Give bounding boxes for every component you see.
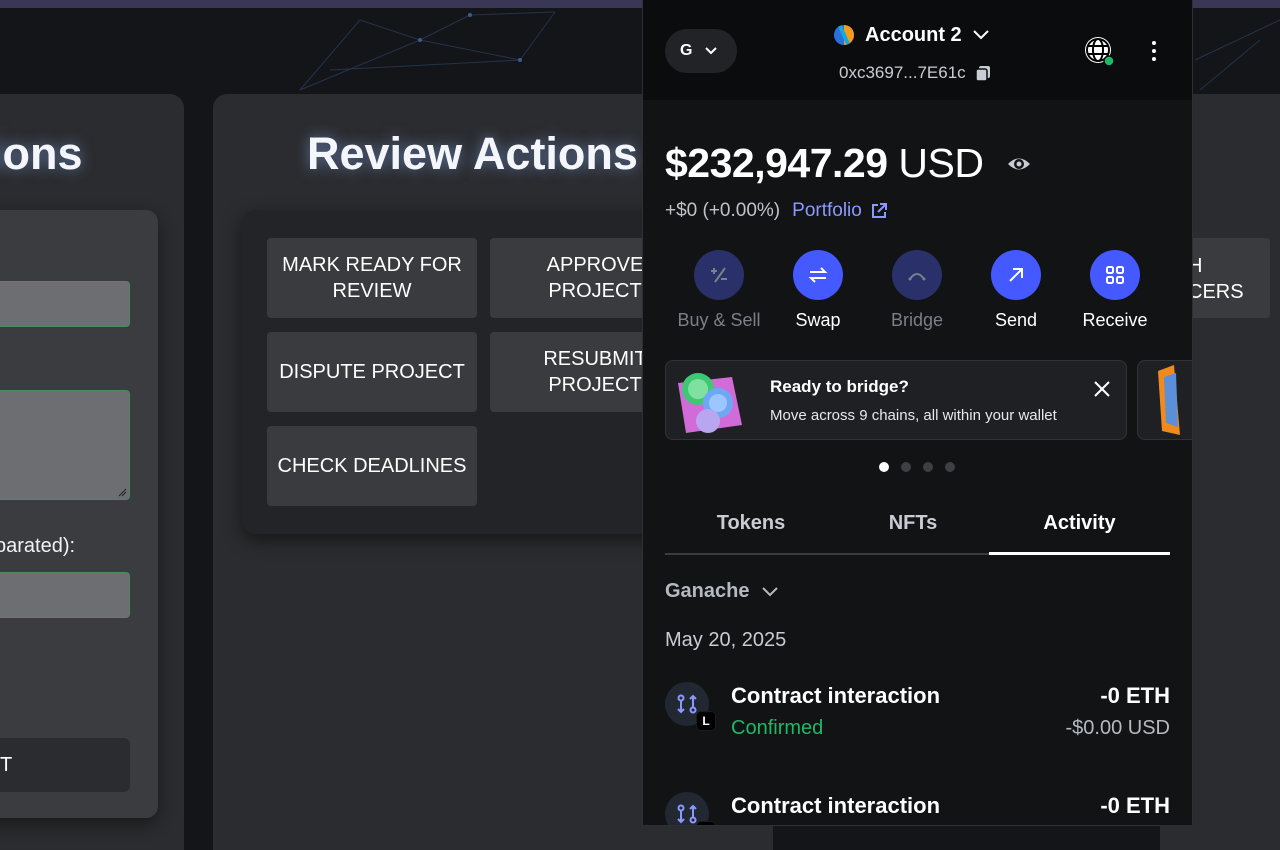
network-filter-label: Ganache	[665, 580, 750, 602]
portfolio-link[interactable]: Portfolio	[792, 200, 888, 222]
left-panel-title: ions	[0, 128, 83, 179]
network-letter: G	[680, 42, 693, 59]
network-filter[interactable]: Ganache	[665, 580, 779, 603]
bridge-label: Bridge	[890, 310, 944, 330]
buy-sell-icon	[694, 250, 744, 300]
swap-button[interactable]: Swap	[768, 250, 868, 331]
tab-nfts[interactable]: NFTs	[837, 505, 989, 553]
account-avatar-icon	[834, 25, 854, 45]
text-input-2[interactable]	[0, 572, 130, 618]
swap-icon	[793, 250, 843, 300]
balance-change-row: +$0 (+0.00%) Portfolio	[665, 200, 888, 222]
text-input-1[interactable]	[0, 281, 130, 327]
bridge-icon	[892, 250, 942, 300]
external-link-icon	[871, 203, 887, 218]
eye-icon[interactable]	[1007, 152, 1031, 176]
copy-icon[interactable]	[974, 64, 992, 82]
address-text: 0xc3697...7E61c	[839, 63, 966, 82]
resize-grip-icon[interactable]	[117, 487, 127, 497]
review-actions-title: Review Actions	[307, 128, 638, 179]
balance-change: +$0 (+0.00%)	[665, 200, 781, 221]
bridge-button[interactable]: Bridge	[867, 250, 967, 331]
bridge-coins-illustration	[678, 373, 742, 433]
network-selector[interactable]: G	[665, 29, 737, 73]
transaction-amount: -0 ETH	[1100, 683, 1170, 708]
account-selector[interactable]: Account 2	[833, 20, 1003, 50]
field-label-separated: parated):	[0, 535, 76, 557]
send-label: Send	[994, 310, 1038, 330]
mark-ready-for-review-button[interactable]: MARK READY FOR REVIEW	[267, 238, 477, 318]
receive-button[interactable]: Receive	[1065, 250, 1165, 331]
banner-subtitle: Move across 9 chains, all within your wa…	[770, 407, 1057, 424]
account-address[interactable]: 0xc3697...7E61c	[839, 63, 992, 83]
transaction-amount: -0 ETH	[1100, 793, 1170, 818]
wallet-tabs: Tokens NFTs Activity	[665, 505, 1170, 555]
receive-qr-icon	[1090, 250, 1140, 300]
send-button[interactable]: Send	[966, 250, 1066, 331]
carousel-dot[interactable]	[901, 462, 911, 472]
check-deadlines-button[interactable]: CHECK DEADLINES	[267, 426, 477, 506]
buy-sell-label: Buy & Sell	[677, 310, 761, 330]
close-icon[interactable]	[1092, 379, 1112, 399]
next-promo-banner[interactable]	[1137, 360, 1192, 440]
dispute-project-button[interactable]: DISPUTE PROJECT	[267, 332, 477, 412]
tab-tokens[interactable]: Tokens	[665, 505, 837, 553]
wallet-popup: G Account 2 0xc3697...7E61c $232,947.29 …	[642, 0, 1193, 826]
transaction-item[interactable]: L Contract interaction -0 ETH	[665, 792, 1170, 825]
carousel-dot[interactable]	[879, 462, 889, 472]
right-button-line1: H	[1188, 255, 1203, 277]
receive-label: Receive	[1082, 310, 1148, 330]
promo-card-illustration	[1158, 365, 1180, 435]
wallet-actions: Buy & Sell Swap Bridge Send Receive	[665, 250, 1175, 340]
transaction-fiat-amount: -$0.00 USD	[1065, 717, 1171, 739]
chevron-down-icon	[762, 586, 779, 596]
swap-label: Swap	[795, 310, 841, 330]
balance-amount: $232,947.29	[665, 140, 888, 186]
network-badge: L	[696, 821, 716, 825]
balance-currency: USD	[898, 140, 984, 186]
network-badge: L	[696, 711, 716, 731]
transaction-title: Contract interaction	[731, 793, 941, 818]
banner-title: Ready to bridge?	[770, 377, 909, 396]
connected-sites-globe-icon[interactable]	[1083, 35, 1115, 67]
transaction-item[interactable]: L Contract interaction Confirmed -0 ETH …	[665, 682, 1170, 752]
transaction-status: Confirmed	[731, 717, 824, 739]
portfolio-label: Portfolio	[792, 200, 862, 221]
buy-sell-button[interactable]: Buy & Sell	[669, 250, 769, 331]
bridge-promo-banner[interactable]: Ready to bridge? Move across 9 chains, a…	[665, 360, 1127, 440]
total-balance: $232,947.29 USD	[665, 140, 984, 187]
activity-date-header: May 20, 2025	[665, 629, 787, 651]
carousel-dots	[879, 462, 955, 472]
carousel-dot[interactable]	[923, 462, 933, 472]
chevron-down-icon	[705, 47, 718, 55]
chevron-down-icon	[972, 30, 989, 40]
transaction-title: Contract interaction	[731, 683, 941, 708]
textarea-description[interactable]	[0, 390, 130, 500]
send-arrow-icon	[991, 250, 1041, 300]
more-options-icon[interactable]	[1146, 38, 1162, 64]
tab-activity[interactable]: Activity	[989, 505, 1170, 555]
account-name: Account 2	[865, 23, 962, 46]
submit-button[interactable]: T	[0, 738, 130, 792]
right-button-line2: CERS	[1188, 281, 1244, 303]
carousel-dot[interactable]	[945, 462, 955, 472]
